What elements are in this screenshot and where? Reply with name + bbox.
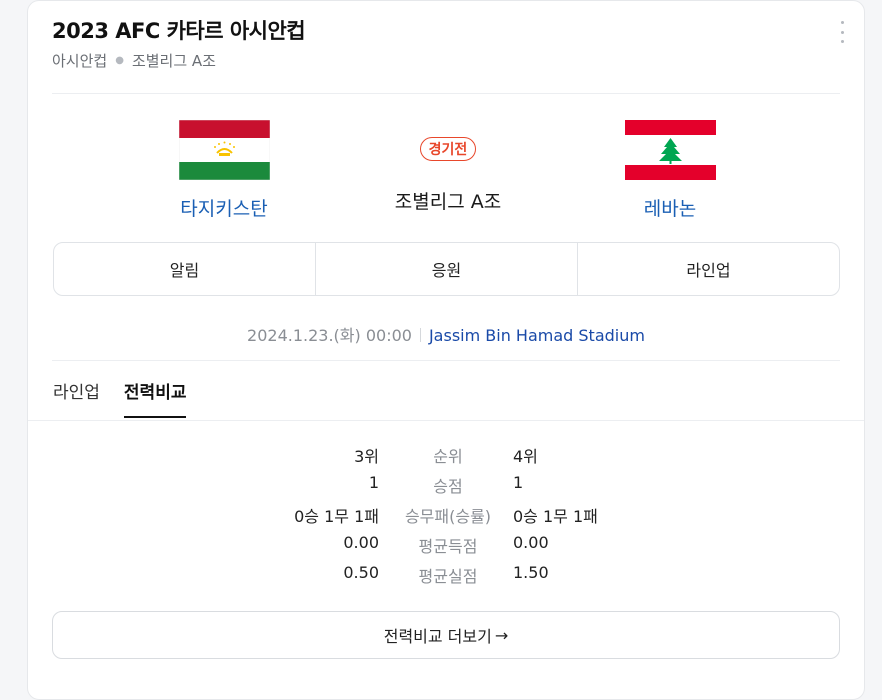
stadium-link[interactable]: Jassim Bin Hamad Stadium	[429, 326, 645, 345]
match-card: 2023 AFC 카타르 아시안컵 아시안컵 ● 조별리그 A조 타지키스탄 경…	[27, 0, 865, 700]
stat-label: 평균실점	[418, 567, 478, 586]
arrow-right-icon: →	[494, 625, 509, 645]
tab-comparison[interactable]: 전력비교	[123, 378, 187, 418]
stat-row: 0.00 평균득점 0.00	[28, 533, 864, 563]
tab-lineup[interactable]: 라인업	[53, 378, 100, 418]
meta-separator	[419, 328, 421, 342]
breadcrumb-competition[interactable]: 아시안컵	[52, 50, 107, 71]
stat-row: 0승 1무 1패 승무패(승률) 0승 1무 1패	[28, 503, 864, 533]
notification-button[interactable]: 알림	[54, 243, 315, 295]
home-stat-value: 0.00	[343, 533, 379, 552]
lebanon-flag-icon	[624, 120, 716, 180]
divider	[28, 420, 864, 421]
comparison-more-button[interactable]: 전력비교 더보기 →	[52, 611, 840, 659]
match-meta: 2024.1.23.(화) 00:00 Jassim Bin Hamad Stad…	[28, 322, 864, 346]
away-team-name[interactable]: 레바논	[590, 194, 750, 221]
away-stat-value: 4위	[513, 447, 538, 466]
match-center-info: 경기전 조별리그 A조	[368, 137, 528, 214]
stat-row: 3위 순위 4위	[28, 443, 864, 473]
home-team-name[interactable]: 타지키스탄	[144, 194, 304, 221]
stat-label: 순위	[433, 447, 463, 466]
away-team[interactable]: 레바논	[590, 120, 750, 221]
stat-label: 평균득점	[418, 537, 478, 556]
divider	[52, 360, 840, 361]
stat-label: 승점	[433, 477, 463, 496]
stat-label: 승무패(승률)	[404, 507, 492, 526]
cheer-button[interactable]: 응원	[315, 243, 577, 295]
away-stat-value: 1.50	[513, 563, 549, 582]
home-stat-value: 1	[368, 473, 379, 492]
divider	[52, 93, 840, 94]
stats-table: 3위 순위 4위 1 승점 1 0승 1무 1패 승무패(승률) 0승 1무 1…	[28, 443, 864, 593]
away-stat-value: 0승 1무 1패	[513, 507, 598, 526]
status-badge: 경기전	[419, 137, 477, 161]
match-datetime: 2024.1.23.(화) 00:00	[247, 326, 412, 345]
stat-row: 1 승점 1	[28, 473, 864, 503]
breadcrumb: 아시안컵 ● 조별리그 A조	[52, 50, 216, 71]
sub-tabs: 라인업 전력비교	[53, 378, 210, 418]
stat-row: 0.50 평균실점 1.50	[28, 563, 864, 593]
home-stat-value: 0승 1무 1패	[294, 507, 379, 526]
breadcrumb-separator: ●	[115, 55, 124, 66]
breadcrumb-group[interactable]: 조별리그 A조	[132, 50, 216, 71]
page-title: 2023 AFC 카타르 아시안컵	[52, 19, 306, 43]
home-stat-value: 0.50	[343, 563, 379, 582]
more-options-icon[interactable]	[838, 21, 846, 43]
match-group: 조별리그 A조	[394, 191, 502, 213]
tajikistan-flag-icon	[178, 119, 270, 181]
action-tabs: 알림 응원 라인업	[53, 242, 840, 296]
comparison-more-label: 전력비교 더보기	[383, 627, 492, 646]
home-stat-value: 3위	[354, 447, 379, 466]
away-stat-value: 0.00	[513, 533, 549, 552]
lineup-button[interactable]: 라인업	[577, 243, 839, 295]
away-stat-value: 1	[513, 473, 524, 492]
home-team[interactable]: 타지키스탄	[144, 119, 304, 221]
